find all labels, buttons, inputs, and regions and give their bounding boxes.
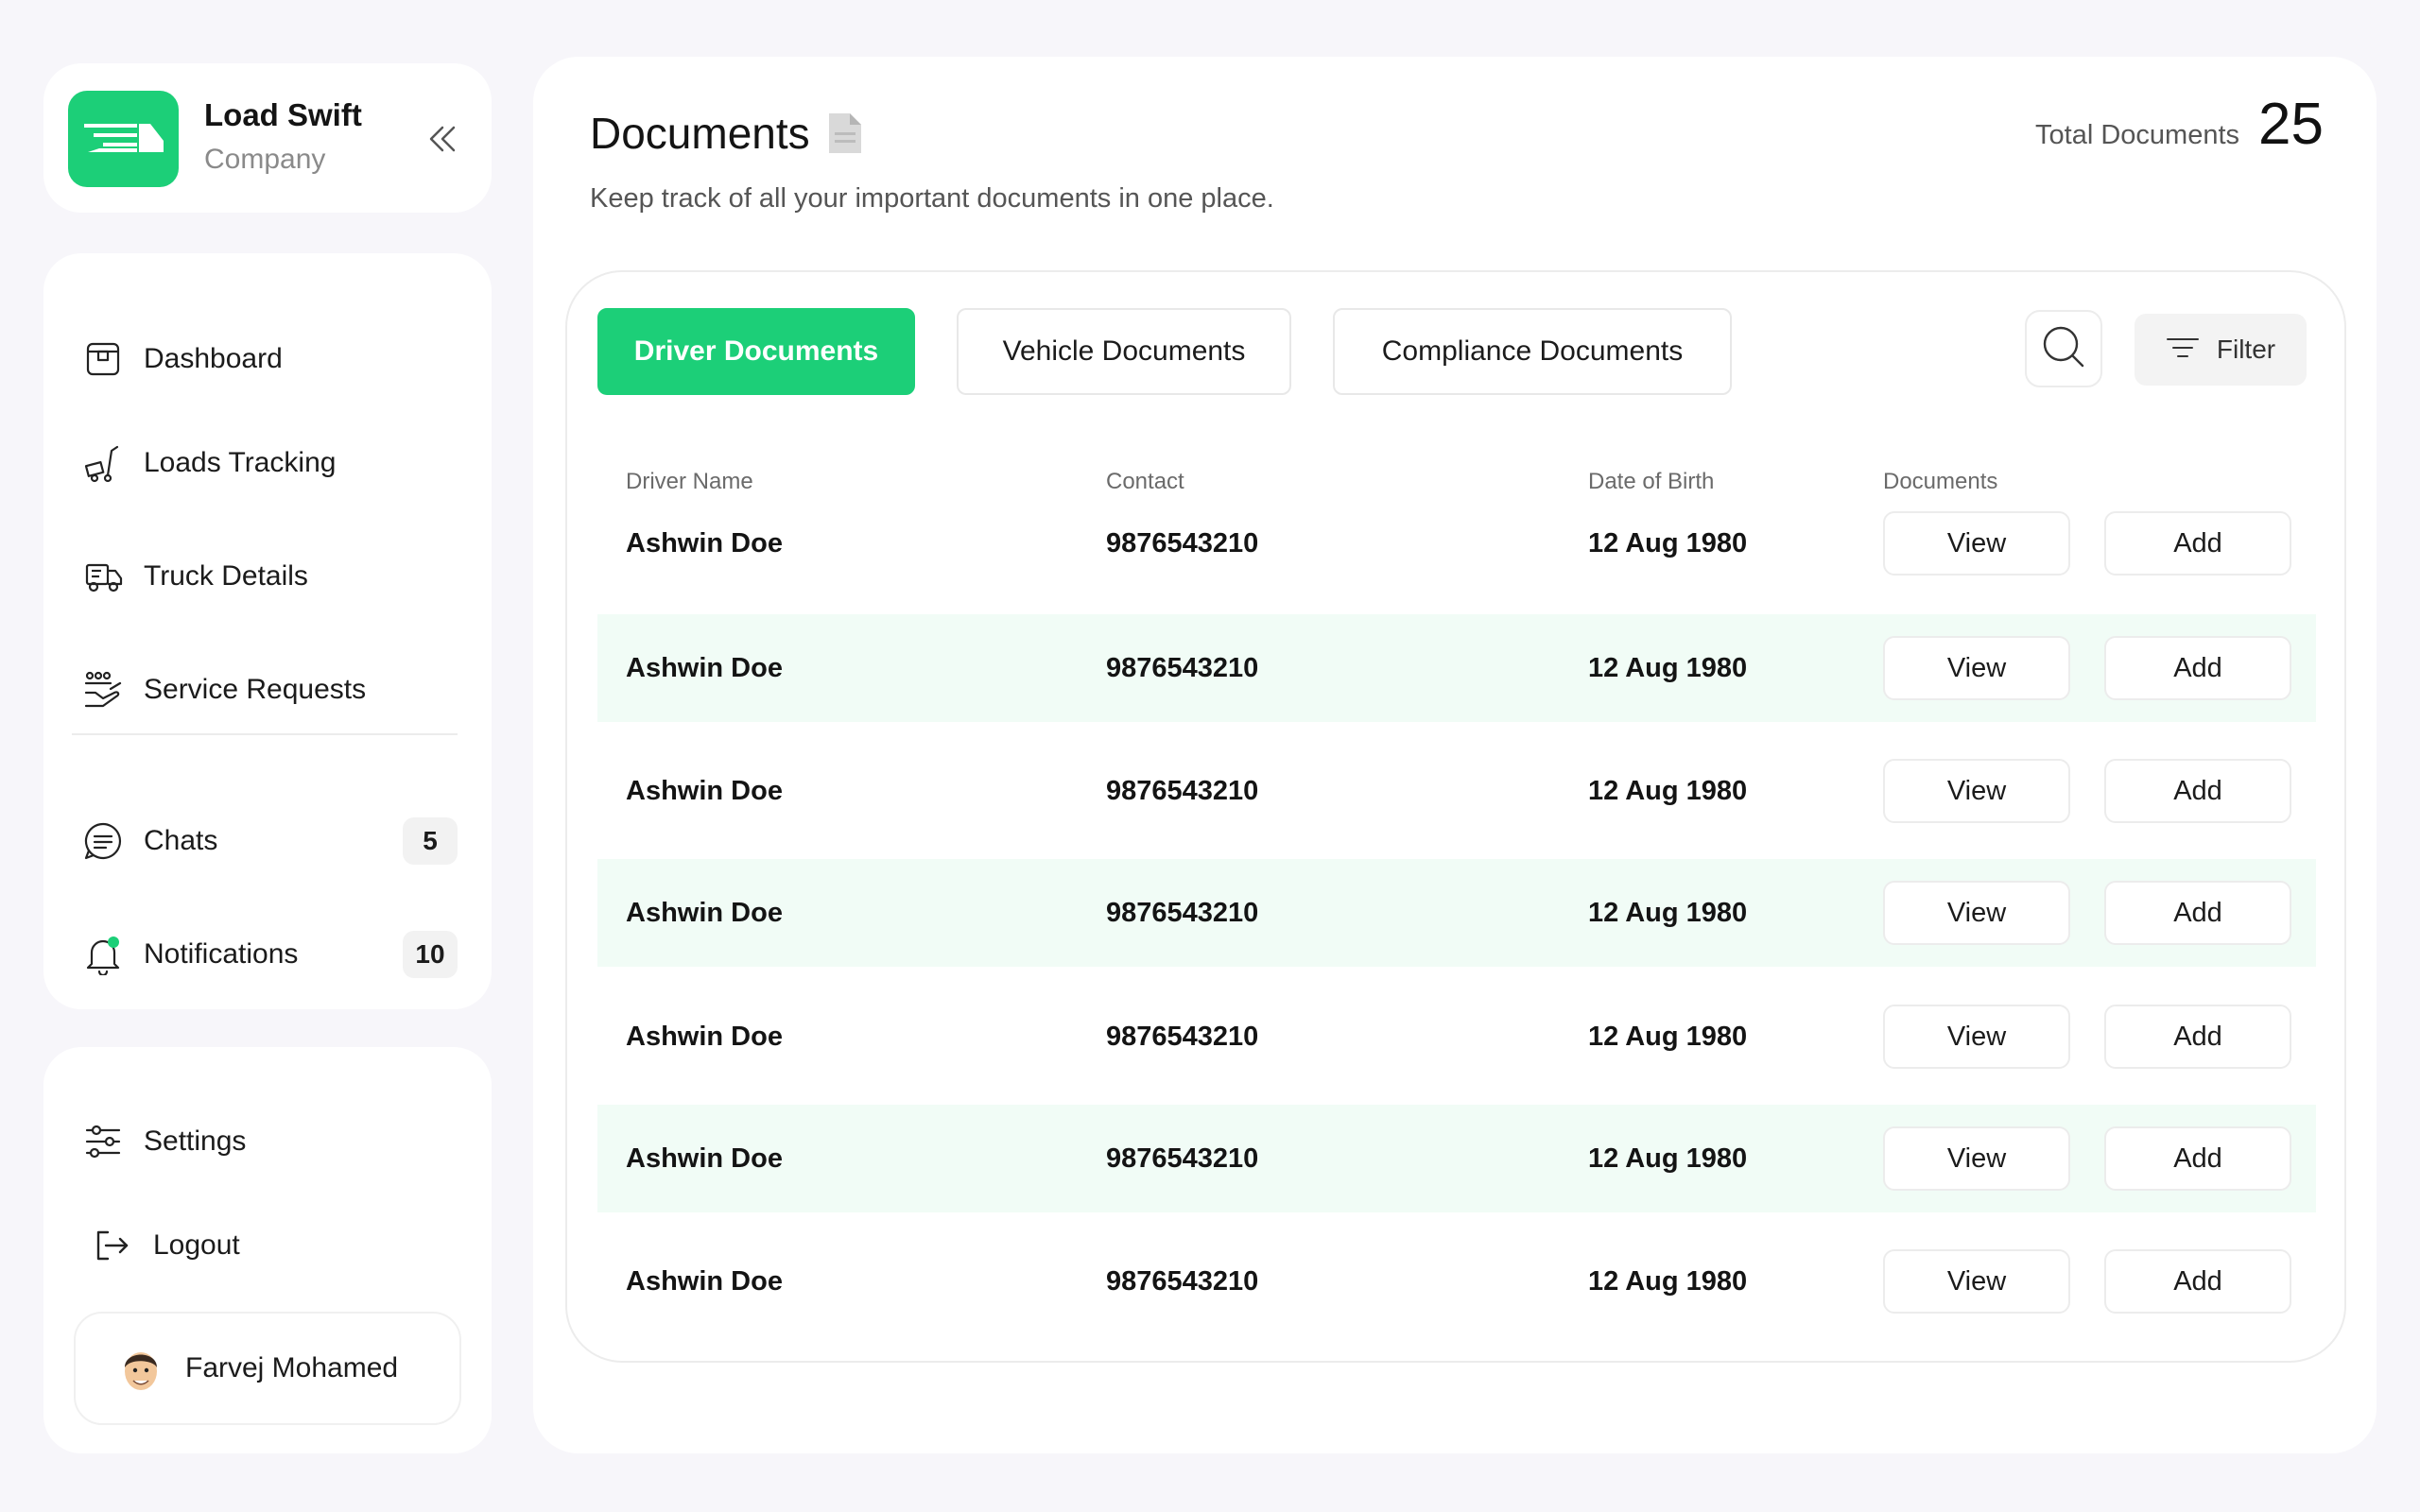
dashboard-icon bbox=[81, 337, 125, 381]
sidebar-item-label: Dashboard bbox=[144, 343, 283, 374]
table-row: Ashwin Doe 9876543210 12 Aug 1980 View Add bbox=[597, 737, 2316, 845]
sidebar-item-label: Settings bbox=[144, 1125, 247, 1157]
collapse-sidebar-icon[interactable] bbox=[424, 120, 461, 158]
date-of-birth: 12 Aug 1980 bbox=[1588, 1021, 1748, 1052]
brand-card: Load Swift Company bbox=[43, 63, 492, 213]
sidebar-bottom: Settings Logout Farvej Mohamed bbox=[43, 1047, 492, 1453]
sidebar-item-notifications[interactable]: Notifications 10 bbox=[81, 924, 458, 985]
driver-name: Ashwin Doe bbox=[626, 1021, 783, 1052]
total-documents-value: 25 bbox=[2258, 92, 2324, 157]
nav-divider bbox=[72, 733, 458, 735]
add-button[interactable]: Add bbox=[2104, 759, 2291, 823]
avatar bbox=[117, 1343, 164, 1394]
driver-name: Ashwin Doe bbox=[626, 1143, 783, 1174]
sidebar-item-logout[interactable]: Logout bbox=[91, 1215, 458, 1276]
user-name: Farvej Mohamed bbox=[185, 1352, 399, 1383]
sidebar-item-label: Notifications bbox=[144, 938, 299, 970]
add-button[interactable]: Add bbox=[2104, 636, 2291, 700]
tab-driver-documents[interactable]: Driver Documents bbox=[597, 308, 915, 395]
sidebar-item-label: Truck Details bbox=[144, 560, 308, 592]
total-documents: Total Documents 25 bbox=[2035, 91, 2324, 158]
brand-subtitle: Company bbox=[204, 144, 326, 175]
view-button[interactable]: View bbox=[1883, 759, 2070, 823]
contact-number: 9876543210 bbox=[1106, 652, 1259, 683]
filter-label: Filter bbox=[2216, 335, 2276, 364]
sidebar-item-label: Logout bbox=[153, 1229, 240, 1261]
date-of-birth: 12 Aug 1980 bbox=[1588, 775, 1748, 806]
chats-count-badge: 5 bbox=[403, 817, 458, 865]
main-content: Documents Keep track of all your importa… bbox=[533, 57, 2377, 1453]
view-button[interactable]: View bbox=[1883, 511, 2070, 576]
table-row: Ashwin Doe 9876543210 12 Aug 1980 View Add bbox=[597, 1105, 2316, 1212]
driver-name: Ashwin Doe bbox=[626, 897, 783, 928]
total-documents-label: Total Documents bbox=[2035, 120, 2240, 150]
brand-name: Load Swift bbox=[204, 97, 362, 132]
sidebar-item-dashboard[interactable]: Dashboard bbox=[81, 329, 458, 389]
sidebar-item-loads-tracking[interactable]: Loads Tracking bbox=[81, 433, 458, 493]
contact-number: 9876543210 bbox=[1106, 1143, 1259, 1174]
driver-name: Ashwin Doe bbox=[626, 652, 783, 683]
date-of-birth: 12 Aug 1980 bbox=[1588, 1143, 1748, 1174]
user-profile-chip[interactable]: Farvej Mohamed bbox=[74, 1312, 461, 1425]
filter-button[interactable]: Filter bbox=[2135, 314, 2307, 386]
date-of-birth: 12 Aug 1980 bbox=[1588, 897, 1748, 928]
sidebar-item-label: Chats bbox=[144, 825, 218, 856]
loads-tracking-icon bbox=[81, 441, 125, 485]
contact-number: 9876543210 bbox=[1106, 1021, 1259, 1052]
table-row: Ashwin Doe 9876543210 12 Aug 1980 View Add bbox=[597, 1228, 2316, 1335]
table-row: Ashwin Doe 9876543210 12 Aug 1980 View Add bbox=[597, 614, 2316, 722]
sidebar-item-service-requests[interactable]: Service Requests bbox=[81, 660, 458, 720]
sidebar-item-label: Service Requests bbox=[144, 674, 367, 705]
view-button[interactable]: View bbox=[1883, 1126, 2070, 1191]
documents-panel: Driver Documents Vehicle Documents Compl… bbox=[565, 270, 2346, 1363]
tab-compliance-documents[interactable]: Compliance Documents bbox=[1333, 308, 1732, 395]
driver-name: Ashwin Doe bbox=[626, 1265, 783, 1297]
table-row: Ashwin Doe 9876543210 12 Aug 1980 View Add bbox=[597, 859, 2316, 967]
sidebar-item-settings[interactable]: Settings bbox=[81, 1111, 458, 1172]
search-button[interactable] bbox=[2025, 310, 2102, 387]
view-button[interactable]: View bbox=[1883, 636, 2070, 700]
table-row: Ashwin Doe 9876543210 12 Aug 1980 View Add bbox=[597, 490, 2316, 597]
view-button[interactable]: View bbox=[1883, 881, 2070, 945]
truck-icon bbox=[81, 555, 125, 598]
sidebar-item-chats[interactable]: Chats 5 bbox=[81, 811, 458, 871]
view-button[interactable]: View bbox=[1883, 1249, 2070, 1314]
page-title-text: Documents bbox=[590, 109, 810, 158]
view-button[interactable]: View bbox=[1883, 1005, 2070, 1069]
add-button[interactable]: Add bbox=[2104, 1126, 2291, 1191]
sidebar-item-label: Loads Tracking bbox=[144, 447, 337, 478]
page-title: Documents bbox=[590, 108, 863, 159]
settings-sliders-icon bbox=[81, 1120, 125, 1163]
add-button[interactable]: Add bbox=[2104, 511, 2291, 576]
date-of-birth: 12 Aug 1980 bbox=[1588, 1265, 1748, 1297]
document-icon bbox=[827, 112, 863, 155]
add-button[interactable]: Add bbox=[2104, 1249, 2291, 1314]
add-button[interactable]: Add bbox=[2104, 1005, 2291, 1069]
service-requests-icon bbox=[81, 668, 125, 712]
date-of-birth: 12 Aug 1980 bbox=[1588, 527, 1748, 558]
add-button[interactable]: Add bbox=[2104, 881, 2291, 945]
sidebar-nav: Dashboard Loads Tracking Truck Details S… bbox=[43, 253, 492, 1009]
tab-vehicle-documents[interactable]: Vehicle Documents bbox=[957, 308, 1291, 395]
table-row: Ashwin Doe 9876543210 12 Aug 1980 View Add bbox=[597, 983, 2316, 1091]
chat-icon bbox=[81, 819, 125, 863]
driver-name: Ashwin Doe bbox=[626, 527, 783, 558]
page-description: Keep track of all your important documen… bbox=[590, 183, 1274, 214]
filter-icon bbox=[2166, 335, 2200, 365]
contact-number: 9876543210 bbox=[1106, 527, 1259, 558]
date-of-birth: 12 Aug 1980 bbox=[1588, 652, 1748, 683]
driver-name: Ashwin Doe bbox=[626, 775, 783, 806]
logout-icon bbox=[91, 1224, 134, 1267]
notifications-count-badge: 10 bbox=[403, 931, 458, 978]
load-swift-logo bbox=[68, 91, 179, 187]
contact-number: 9876543210 bbox=[1106, 897, 1259, 928]
sidebar-item-truck-details[interactable]: Truck Details bbox=[81, 546, 458, 607]
contact-number: 9876543210 bbox=[1106, 1265, 1259, 1297]
search-icon bbox=[2040, 323, 2087, 375]
bell-icon bbox=[81, 933, 125, 976]
contact-number: 9876543210 bbox=[1106, 775, 1259, 806]
